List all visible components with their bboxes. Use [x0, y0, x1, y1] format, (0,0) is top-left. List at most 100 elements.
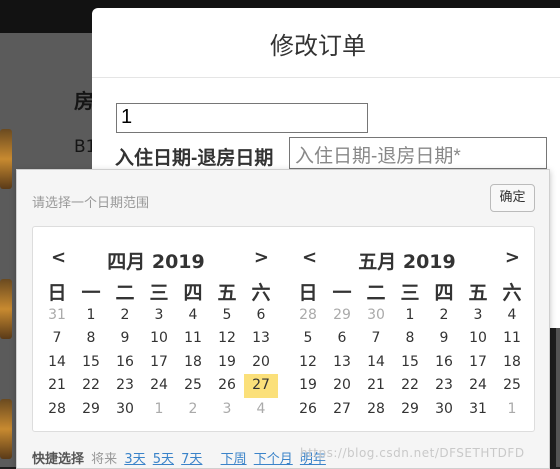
day-cell[interactable]: 2: [176, 398, 210, 422]
weekday-header: 三: [400, 282, 420, 304]
next-month-button[interactable]: >: [254, 247, 269, 268]
background-thumbnail-image: [0, 399, 12, 459]
day-cell[interactable]: 30: [427, 398, 461, 422]
day-cell[interactable]: 7: [359, 327, 393, 351]
day-cell[interactable]: 29: [74, 398, 108, 422]
watermark: https://blog.csdn.net/DFSETHTDFD: [300, 446, 525, 460]
quick-3-days-link[interactable]: 3天: [124, 452, 145, 467]
day-cell[interactable]: 26: [210, 374, 244, 398]
weekday-header: 二: [366, 282, 386, 304]
day-cell[interactable]: 29: [393, 398, 427, 422]
day-cell[interactable]: 18: [495, 351, 529, 375]
calendar-may: < 五月 2019 > 日一二三四五六 28 29 30 1 2 3 4 5 6 7 8 9 10 11 12…: [288, 227, 526, 427]
day-cell[interactable]: 18: [176, 351, 210, 375]
day-cell[interactable]: 8: [74, 327, 108, 351]
day-cell[interactable]: 28: [291, 304, 325, 328]
quick-next-month-link[interactable]: 下个月: [254, 452, 293, 467]
month-caption: 五月 2019: [358, 251, 456, 273]
day-cell[interactable]: 16: [427, 351, 461, 375]
day-cell[interactable]: 19: [291, 374, 325, 398]
day-cell[interactable]: 7: [40, 327, 74, 351]
day-cell[interactable]: 22: [393, 374, 427, 398]
weekday-header: 一: [81, 282, 101, 304]
day-cell[interactable]: 1: [495, 398, 529, 422]
day-cell[interactable]: 22: [74, 374, 108, 398]
day-cell[interactable]: 20: [325, 374, 359, 398]
day-cell[interactable]: 3: [461, 304, 495, 328]
day-cell[interactable]: 13: [325, 351, 359, 375]
background-thumbnail-image: [0, 129, 12, 189]
day-cell[interactable]: 11: [495, 327, 529, 351]
day-cell[interactable]: 11: [176, 327, 210, 351]
confirm-button[interactable]: 确定: [490, 184, 535, 212]
day-cell[interactable]: 19: [210, 351, 244, 375]
day-cell[interactable]: 25: [495, 374, 529, 398]
day-cell[interactable]: 3: [210, 398, 244, 422]
day-cell[interactable]: 25: [176, 374, 210, 398]
day-cell[interactable]: 1: [74, 304, 108, 328]
day-cell[interactable]: 3: [142, 304, 176, 328]
day-cell[interactable]: 21: [40, 374, 74, 398]
order-input[interactable]: 1: [116, 103, 368, 133]
day-cell[interactable]: 30: [359, 304, 393, 328]
day-cell[interactable]: 4: [495, 304, 529, 328]
day-cell[interactable]: 31: [40, 304, 74, 328]
day-cell[interactable]: 4: [176, 304, 210, 328]
day-cell[interactable]: 21: [359, 374, 393, 398]
background-edge: [556, 320, 560, 467]
date-range-picker: 请选择一个日期范围 确定 < 四月 2019 > 日一二三四五六 31 1 2 3 4 5 6…: [16, 169, 550, 469]
day-cell[interactable]: 10: [142, 327, 176, 351]
day-cell[interactable]: 8: [393, 327, 427, 351]
quick-next-week-link[interactable]: 下周: [221, 452, 247, 467]
day-cell[interactable]: 15: [74, 351, 108, 375]
day-cell[interactable]: 13: [244, 327, 278, 351]
day-cell[interactable]: 12: [291, 351, 325, 375]
quick-5-days-link[interactable]: 5天: [153, 452, 174, 467]
weekday-header: 六: [502, 282, 522, 304]
day-grid: 日一二三四五六 31 1 2 3 4 5 6 7 8 9 10 11 12 13 14 15 16 17 18 19 20…: [40, 280, 278, 421]
day-cell[interactable]: 28: [40, 398, 74, 422]
day-cell[interactable]: 2: [108, 304, 142, 328]
day-cell[interactable]: 26: [291, 398, 325, 422]
day-cell[interactable]: 14: [359, 351, 393, 375]
day-cell[interactable]: 17: [142, 351, 176, 375]
date-range-input[interactable]: 入住日期-退房日期*: [289, 137, 547, 169]
day-cell[interactable]: 16: [108, 351, 142, 375]
day-cell[interactable]: 29: [325, 304, 359, 328]
day-cell[interactable]: 6: [325, 327, 359, 351]
day-cell[interactable]: 2: [427, 304, 461, 328]
day-cell[interactable]: 15: [393, 351, 427, 375]
day-cell[interactable]: 24: [461, 374, 495, 398]
day-cell[interactable]: 9: [427, 327, 461, 351]
day-cell[interactable]: 10: [461, 327, 495, 351]
weekday-header: 六: [251, 282, 271, 304]
day-cell[interactable]: 1: [142, 398, 176, 422]
today-cell[interactable]: 27: [244, 374, 278, 398]
calendar-april: < 四月 2019 > 日一二三四五六 31 1 2 3 4 5 6 7 8 9 10 11 12 13 14…: [37, 227, 278, 427]
quick-7-days-link[interactable]: 7天: [181, 452, 202, 467]
day-cell[interactable]: 30: [108, 398, 142, 422]
day-cell[interactable]: 12: [210, 327, 244, 351]
day-cell[interactable]: 17: [461, 351, 495, 375]
day-cell[interactable]: 23: [108, 374, 142, 398]
modal-title: 修改订单: [270, 33, 366, 60]
calendar-panel: < 四月 2019 > 日一二三四五六 31 1 2 3 4 5 6 7 8 9 10 11 12 13 14…: [32, 226, 535, 432]
day-cell[interactable]: 14: [40, 351, 74, 375]
weekday-header: 二: [115, 282, 135, 304]
day-cell[interactable]: 23: [427, 374, 461, 398]
day-cell[interactable]: 6: [244, 304, 278, 328]
day-cell[interactable]: 31: [461, 398, 495, 422]
day-cell[interactable]: 27: [325, 398, 359, 422]
quick-future-label: 将来: [91, 452, 118, 467]
day-cell[interactable]: 24: [142, 374, 176, 398]
day-cell[interactable]: 28: [359, 398, 393, 422]
next-month-button[interactable]: >: [505, 247, 520, 268]
weekday-header: 日: [47, 282, 67, 304]
day-cell[interactable]: 5: [291, 327, 325, 351]
day-cell[interactable]: 1: [393, 304, 427, 328]
day-cell[interactable]: 4: [244, 398, 278, 422]
weekday-header: 一: [332, 282, 352, 304]
day-cell[interactable]: 5: [210, 304, 244, 328]
day-cell[interactable]: 20: [244, 351, 278, 375]
day-cell[interactable]: 9: [108, 327, 142, 351]
